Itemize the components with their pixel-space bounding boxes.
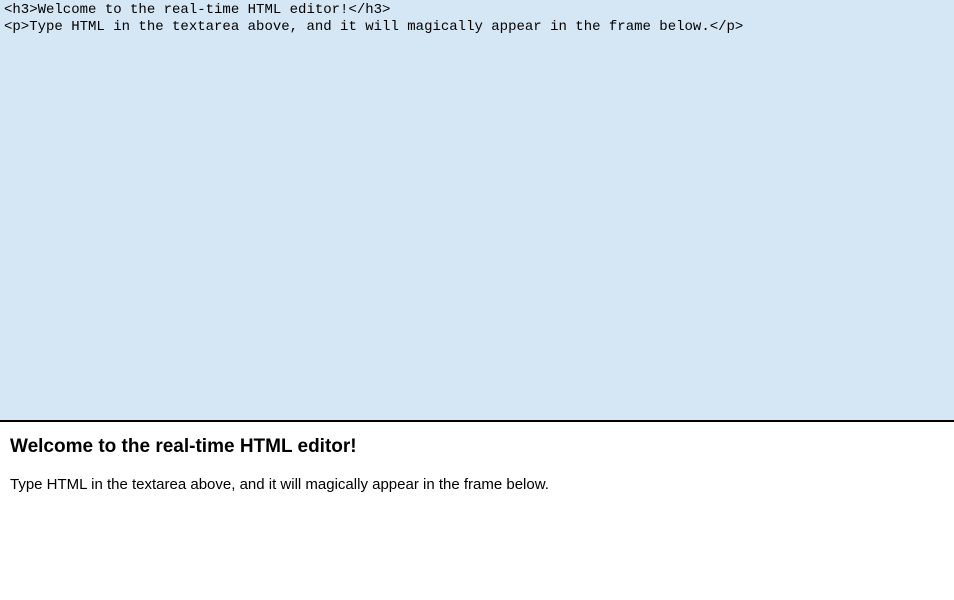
html-preview-frame: Welcome to the real-time HTML editor! Ty…: [0, 422, 954, 600]
preview-heading: Welcome to the real-time HTML editor!: [10, 436, 944, 458]
preview-paragraph: Type HTML in the textarea above, and it …: [10, 476, 944, 493]
html-source-editor[interactable]: [0, 0, 954, 420]
